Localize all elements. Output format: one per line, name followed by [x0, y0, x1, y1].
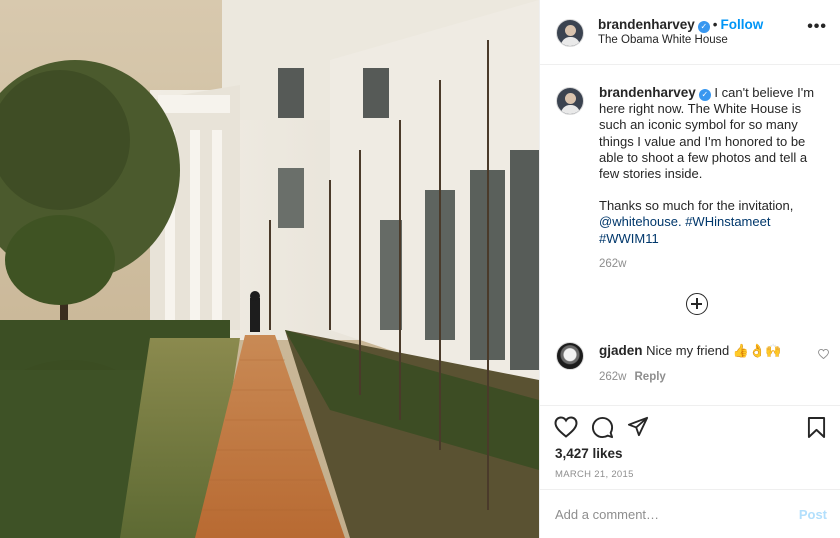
post-comment-button[interactable]: Post — [799, 507, 827, 522]
bookmark-icon[interactable] — [807, 416, 826, 439]
comment-text: Nice my friend 👍👌🙌 — [646, 343, 782, 358]
add-comment-input[interactable]: Add a comment… — [555, 507, 659, 522]
caption-author-avatar[interactable] — [556, 87, 584, 115]
post-date: MARCH 21, 2015 — [555, 469, 634, 480]
white-house-garden-image — [0, 0, 539, 538]
hashtag-link-wwim11[interactable]: #WWIM11 — [599, 231, 659, 246]
share-icon[interactable] — [627, 416, 649, 437]
post-header: brandenharvey ✓ • Follow The Obama White Ho… — [540, 0, 840, 65]
caption-thanks: Thanks so much for the invitation, — [599, 198, 794, 214]
post-caption: brandenharvey ✓ I can't believe I'm here … — [599, 85, 829, 263]
caption-username[interactable]: brandenharvey — [599, 85, 696, 100]
separator-dot: • — [712, 17, 718, 32]
comment-age: 262w — [599, 371, 627, 383]
location-link[interactable]: The Obama White House — [598, 34, 728, 46]
plus-circle-icon[interactable] — [686, 293, 708, 315]
author-avatar[interactable] — [556, 19, 584, 47]
heart-icon[interactable] — [554, 416, 578, 438]
verified-badge-icon: ✓ — [698, 89, 711, 101]
commenter-avatar[interactable] — [556, 342, 584, 370]
author-line: brandenharvey ✓ • Follow — [598, 17, 763, 33]
commenter-username[interactable]: gjaden — [599, 343, 643, 358]
comment-meta: 262w Reply — [599, 371, 666, 383]
follow-button[interactable]: Follow — [721, 17, 764, 32]
hashtag-link-whinstameet[interactable]: #WHinstameet — [685, 214, 770, 229]
mention-link[interactable]: @whitehouse. — [599, 214, 682, 229]
post-side-panel: brandenharvey ✓ • Follow The Obama White Ho… — [539, 0, 840, 538]
comment-item: gjaden Nice my friend 👍👌🙌 — [599, 343, 781, 359]
author-username[interactable]: brandenharvey — [598, 17, 695, 32]
reply-button[interactable]: Reply — [635, 371, 666, 383]
verified-badge-icon: ✓ — [697, 21, 710, 33]
caption-age: 262w — [599, 258, 627, 270]
comment-composer: Add a comment… Post — [540, 489, 840, 538]
more-options-icon[interactable]: ••• — [807, 19, 827, 35]
post-photo[interactable] — [0, 0, 539, 538]
post-actions: 3,427 likes MARCH 21, 2015 — [540, 405, 840, 489]
comment-like-heart-icon[interactable] — [818, 349, 829, 359]
comment-icon[interactable] — [591, 416, 614, 439]
likes-count[interactable]: 3,427 likes — [555, 446, 623, 461]
comments-section: brandenharvey ✓ I can't believe I'm here … — [540, 65, 840, 405]
